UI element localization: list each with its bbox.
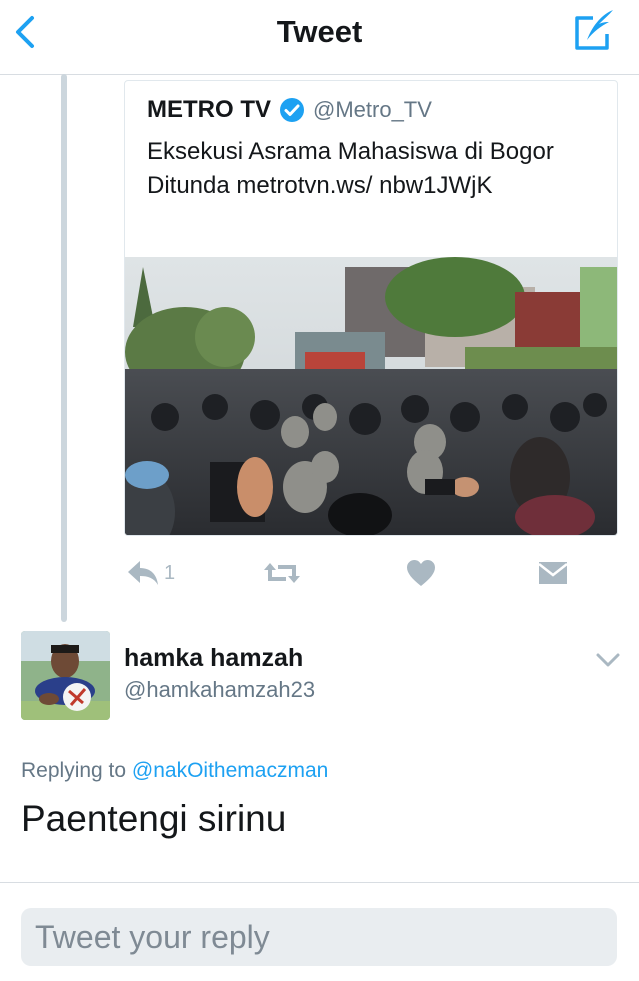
- chevron-down-icon[interactable]: [595, 652, 621, 670]
- author-avatar[interactable]: [21, 631, 110, 720]
- reply-action[interactable]: 1: [126, 556, 175, 590]
- reply-count: 1: [164, 561, 176, 584]
- author-name[interactable]: hamka hamzah: [124, 644, 303, 673]
- reply-input[interactable]: [21, 908, 617, 966]
- verified-badge-icon: [280, 98, 304, 122]
- quoted-tweet-card[interactable]: METRO TV @Metro_TV Eksekusi Asrama Mahas…: [124, 80, 618, 536]
- author-handle: @hamkahamzah23: [124, 677, 316, 702]
- top-nav-bar: Tweet: [0, 0, 639, 75]
- dm-action[interactable]: [538, 556, 568, 590]
- reply-icon: [128, 561, 158, 585]
- thread-connector-line: [61, 74, 67, 622]
- tweet-text: Paentengi sirinu: [21, 798, 287, 839]
- retweet-action[interactable]: [262, 556, 302, 590]
- quoted-tweet-header: METRO TV @Metro_TV: [147, 95, 432, 125]
- reply-composer-bar: [0, 882, 639, 981]
- page-title: Tweet: [276, 14, 363, 49]
- tweet-actions: 1: [126, 556, 586, 590]
- quoted-author-handle: @Metro_TV: [313, 97, 432, 122]
- replying-to-line: Replying to @nakOithemaczman: [21, 759, 328, 783]
- retweet-icon: [264, 563, 300, 583]
- like-action[interactable]: [406, 556, 436, 590]
- quoted-tweet-text: Eksekusi Asrama Mahasiswa di Bogor Ditun…: [147, 138, 554, 199]
- tweet-photo[interactable]: [125, 257, 617, 535]
- replying-to-label: Replying to: [21, 759, 132, 782]
- compose-tweet-icon[interactable]: [571, 6, 617, 54]
- quoted-author-name: METRO TV: [147, 96, 271, 123]
- dm-icon: [538, 562, 568, 584]
- like-icon: [407, 560, 435, 586]
- replying-to-link[interactable]: @nakOithemaczman: [132, 759, 328, 782]
